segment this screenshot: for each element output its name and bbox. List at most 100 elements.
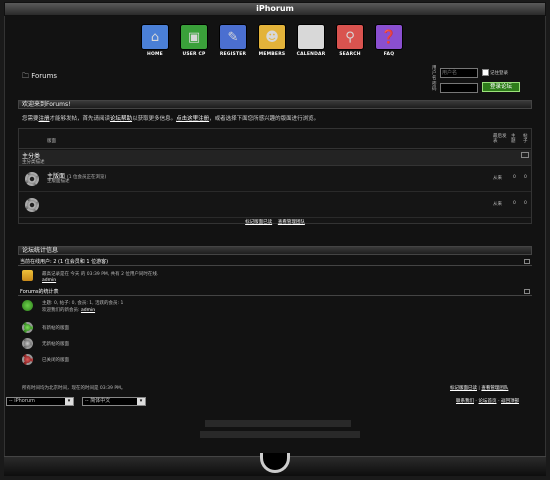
register-icon: ✎: [219, 24, 247, 50]
remember-label: 记住登录: [490, 71, 508, 76]
forum-status-icon: [25, 172, 39, 186]
online-users-icon: [22, 270, 33, 281]
contact-link[interactable]: 联系我们: [456, 399, 474, 404]
forum-row: 从来 0 0: [19, 193, 531, 218]
username-field[interactable]: [440, 68, 478, 78]
view-leaders-link[interactable]: 查看管理团队: [278, 220, 305, 225]
nav-label: FAQ: [383, 52, 395, 57]
collapse-icon[interactable]: [521, 152, 529, 158]
nav-label: SEARCH: [339, 52, 361, 57]
top-link[interactable]: 返回顶部: [501, 399, 519, 404]
language-select[interactable]: -- 简体中文 ▾: [82, 397, 146, 406]
locked-forum-icon: [22, 354, 33, 365]
forum-stats-line: 主题: 0, 帖子: 0, 会员: 1, 活跃的会员: 1: [42, 301, 124, 306]
copyright-blur: [205, 420, 351, 427]
nav-label: HOME: [147, 52, 163, 57]
bottom-logo-icon: [260, 453, 290, 473]
nav-item-register[interactable]: ✎ REGISTER: [218, 24, 248, 57]
newest-member-link[interactable]: admin: [81, 308, 95, 313]
new-posts-icon: [22, 322, 33, 333]
forum-stats-header: Forums的统计表: [18, 288, 532, 296]
calendar-icon: ▦: [297, 24, 325, 50]
col-posts: 帖子: [523, 134, 528, 144]
app-title: iPhorum: [256, 4, 294, 13]
password-label: 密码: [432, 82, 437, 92]
click-register-link[interactable]: 点击这里注册: [176, 116, 209, 122]
style-select-arrow-icon: ▾: [65, 398, 73, 405]
forum-last-post: 从来: [493, 176, 502, 181]
nav-label: MEMBERS: [258, 52, 286, 57]
footer-links-top: 标记版面已读 | 查看管理团队: [450, 386, 509, 391]
online-user-link[interactable]: admin: [42, 278, 56, 283]
legend-item: 已关闭的版面: [22, 354, 142, 366]
login-form: 用户名 密码 记住登录 登录论坛: [432, 64, 528, 96]
bottom-bar: [4, 453, 546, 476]
col-topics: 主题: [511, 134, 516, 144]
forum-posts: 0: [524, 201, 527, 206]
stats-panel: 当前在线用户: 2 (1 位会员和 1 位游客) 最高记录是在 今天 的 03:…: [18, 258, 532, 370]
online-header: 当前在线用户: 2 (1 位会员和 1 位游客): [18, 258, 532, 266]
legend-item: 有新帖的版面: [22, 322, 142, 334]
mark-read-link[interactable]: 标记版面已读: [245, 220, 272, 225]
forum-topics: 0: [513, 201, 516, 206]
newest-member: 欢迎我们的新会员: admin: [42, 308, 96, 313]
folder-icon: 🗀: [22, 72, 29, 80]
style-select[interactable]: -- iPhorum ▾: [6, 397, 74, 406]
copyright-blur-2: [200, 431, 360, 438]
nav-item-home[interactable]: ⌂ HOME: [140, 24, 170, 57]
category-desc: 主分类描述: [22, 160, 45, 165]
language-select-arrow-icon: ▾: [137, 398, 145, 405]
legend-label: 已关闭的版面: [42, 358, 69, 363]
faq-link[interactable]: 论坛帮助: [110, 116, 132, 122]
members-icon: ☻: [258, 24, 286, 50]
login-button[interactable]: 登录论坛: [482, 82, 520, 92]
footer-links-bottom: 联系我们 - 论坛首页 - 返回顶部: [456, 399, 519, 404]
nav-label: REGISTER: [219, 52, 247, 57]
nav-item-faq[interactable]: ❓ FAQ: [374, 24, 404, 57]
legend-item: 无新帖的版面: [22, 338, 142, 350]
search-icon: ⚲: [336, 24, 364, 50]
forum-row: 主版面 (1 位会员正在浏览) 主版面描述 从来 0 0: [19, 167, 531, 192]
table-footer: 标记版面已读 查看管理团队: [19, 219, 531, 225]
online-collapse-icon[interactable]: [524, 259, 530, 264]
username-label: 用户名: [432, 66, 437, 81]
stats-icon: [22, 300, 33, 311]
legend-label: 无新帖的版面: [42, 342, 69, 347]
forum-table: 版面 最后发表 主题 帖子 主分类 主分类描述 主版面 (1 位会员正在浏览) 主…: [18, 128, 532, 225]
stats-collapse-icon[interactable]: [524, 289, 530, 294]
page-title: 🗀 Forums: [22, 72, 57, 83]
forum-desc: 主版面描述: [47, 179, 70, 184]
register-link[interactable]: 注册: [39, 116, 50, 122]
legend-label: 有新帖的版面: [42, 326, 69, 331]
forum-status-icon: [25, 198, 39, 212]
password-field[interactable]: [440, 83, 478, 93]
app-title-bar: iPhorum: [4, 2, 546, 16]
table-header: 版面 最后发表 主题 帖子: [19, 129, 531, 149]
forum-header: 🗀 Forums 用户名 密码 记住登录 登录论坛: [18, 62, 532, 96]
stats-bar: 论坛统计信息: [18, 246, 532, 255]
page-title-text: Forums: [31, 72, 58, 80]
nav-item-members[interactable]: ☻ MEMBERS: [257, 24, 287, 57]
home-icon: ⌂: [141, 24, 169, 50]
nav-label: CALENDAR: [296, 52, 326, 57]
remember-checkbox[interactable]: [482, 69, 489, 76]
nav-item-user-cp[interactable]: ▣ USER CP: [179, 24, 209, 57]
category-row: 主分类 主分类描述: [19, 150, 531, 166]
footer-view-leaders-link[interactable]: 查看管理团队: [481, 386, 508, 391]
no-new-posts-icon: [22, 338, 33, 349]
nav-item-search[interactable]: ⚲ SEARCH: [335, 24, 365, 57]
welcome-bar: 欢迎来到Forums!: [18, 100, 532, 109]
user-cp-icon: ▣: [180, 24, 208, 50]
online-record: 最高记录是在 今天 的 03:39 PM, 共有 2 位用户同时在线.: [42, 272, 159, 277]
main-nav: ⌂ HOME ▣ USER CP ✎ REGISTER ☻ MEMBERS ▦ CALENDAR ⚲…: [140, 24, 404, 57]
forum-posts: 0: [524, 175, 527, 180]
home-link[interactable]: 论坛首页: [479, 399, 497, 404]
welcome-text: 您需要注册才能够发帖，首先请阅读论坛帮助以获取更多信息。点击这里注册，或者选择下…: [22, 116, 320, 122]
nav-label: USER CP: [182, 52, 206, 57]
forum-last-post: 从来: [493, 202, 502, 207]
col-last: 最后发表: [493, 134, 507, 144]
nav-item-calendar[interactable]: ▦ CALENDAR: [296, 24, 326, 57]
footer-mark-read-link[interactable]: 标记版面已读: [450, 386, 477, 391]
faq-icon: ❓: [375, 24, 403, 50]
forum-topics: 0: [513, 175, 516, 180]
